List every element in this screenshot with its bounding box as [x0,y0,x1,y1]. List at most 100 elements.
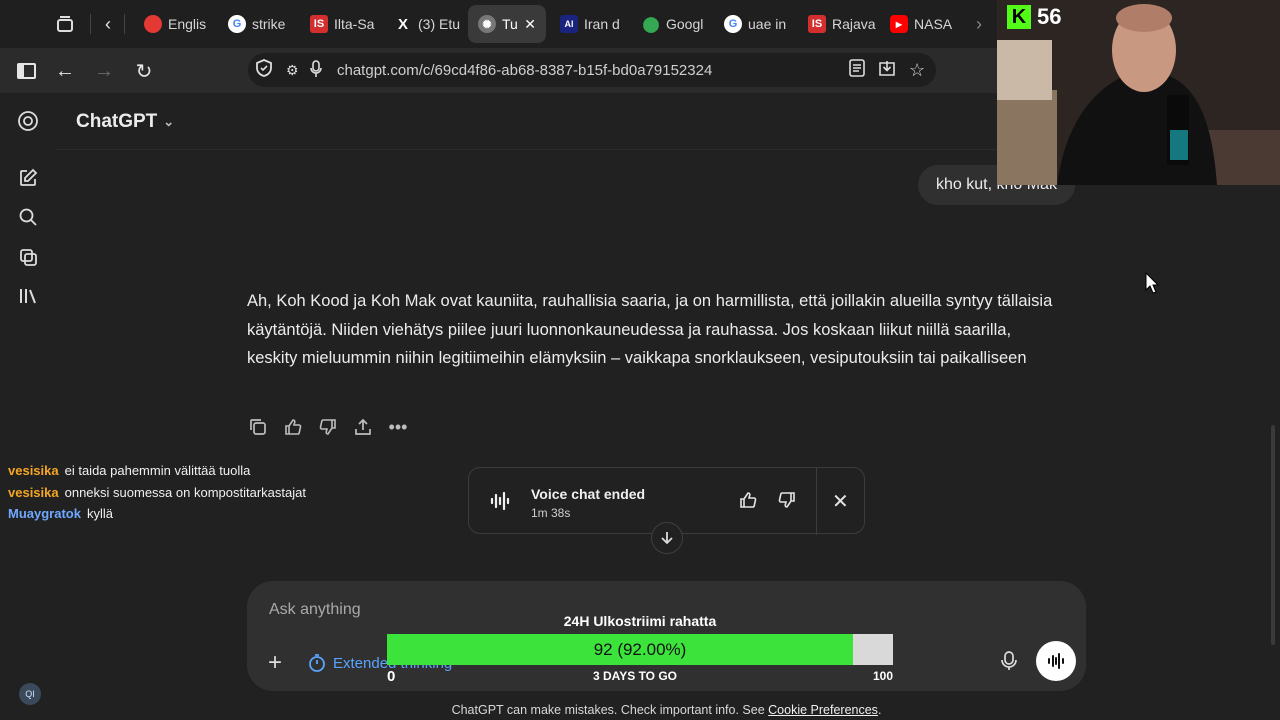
chatgpt-logo-icon[interactable] [16,109,40,133]
voice-wave-icon [489,490,511,517]
search-icon[interactable] [16,205,40,229]
page-title: ChatGPT [76,111,158,132]
more-options-icon[interactable]: ••• [387,416,409,438]
maps-pin-icon: ⬤ [642,16,660,33]
stream-chat-message: vesisika onneksi suomessa on kompostitark… [8,485,306,500]
browser-tab-strip: ‹ Englis G strike IS Ilta-Sa X (3) Etu ✺… [0,0,1000,48]
tab-label: Ilta-Sa [334,16,375,32]
forward-icon[interactable]: → [91,58,117,84]
browser-tab[interactable]: IS Rajava [798,5,880,43]
browser-tab[interactable]: ⬤ Googl [632,5,714,43]
share-icon[interactable] [352,416,374,438]
voice-wave-icon [1048,653,1064,669]
stream-goal-progress-bar: 92 (92.00%) [387,634,893,665]
tab-label: NASA [914,16,953,32]
url-text: chatgpt.com/c/69cd4f86-ab68-8387-b15f-bd… [337,61,713,79]
kick-logo-icon: K [1007,5,1031,29]
site-settings-icon[interactable]: ⚙ [286,62,299,79]
tab-scroll-left-icon[interactable]: ‹ [95,11,121,37]
browser-tab[interactable]: IS Ilta-Sa [300,5,384,43]
assistant-message: Ah, Koh Kood ja Koh Mak ovat kauniita, r… [247,292,1053,367]
tab-label: Iran d [584,16,620,32]
chevron-down-icon: ⌄ [163,114,175,129]
browser-tab[interactable]: Al Iran d [550,5,632,43]
model-selector[interactable]: ChatGPT ⌄ [76,111,174,133]
browser-tab[interactable]: Englis [134,5,218,43]
browser-toolbar: ← → ↻ ⚙ chatgpt.com/c/69cd4f86-ab68-8387… [0,48,1000,93]
browser-tab-active[interactable]: ✺ Tu ✕ [468,5,546,43]
browser-tab[interactable]: ▶ NASA [880,5,964,43]
google-icon: G [228,15,246,33]
microphone-icon[interactable] [1001,651,1017,676]
reader-view-icon[interactable] [849,58,865,82]
thumbs-up-icon[interactable] [738,490,758,515]
add-attachment-icon[interactable]: + [268,649,282,677]
stream-viewer-count: K 56 [1007,4,1061,30]
google-icon: G [724,15,742,33]
library-icon[interactable] [16,245,40,269]
header-divider [56,149,1086,150]
address-bar[interactable]: ⚙ chatgpt.com/c/69cd4f86-ab68-8387-b15f-… [248,53,936,87]
avatar[interactable]: QI [19,683,41,705]
scrollbar[interactable] [1271,425,1275,645]
tab-label: uae in [748,16,787,32]
disclaimer-text: ChatGPT can make mistakes. Check importa… [451,703,765,717]
stream-goal-max: 100 [873,669,894,683]
disclaimer-end: . [877,703,882,717]
thumbs-down-icon[interactable] [777,490,797,515]
news-icon: Al [560,15,578,33]
is-logo-icon: IS [310,15,328,33]
sidebar-toggle-icon[interactable] [14,58,40,84]
scroll-to-bottom-button[interactable] [651,522,683,554]
chat-username: vesisika [8,485,59,500]
viewer-count: 56 [1037,4,1062,29]
browser-tab[interactable]: G uae in [714,5,798,43]
reload-icon[interactable]: ↻ [131,58,157,84]
stream-goal-title: 24H Ulkostriimi rahatta [563,613,717,629]
close-icon[interactable]: ✕ [832,489,849,514]
tab-label: strike [252,16,286,32]
chatgpt-icon: ✺ [478,15,496,33]
voice-chat-duration: 1m 38s [531,506,571,520]
copy-icon[interactable] [247,416,269,438]
youtube-icon: ▶ [890,15,908,33]
save-to-pocket-icon[interactable] [878,59,896,82]
back-icon[interactable]: ← [52,58,78,84]
tab-label: Tu [502,16,518,32]
new-chat-icon[interactable] [16,166,40,190]
close-tab-icon[interactable]: ✕ [524,16,536,33]
bookmark-star-icon[interactable]: ☆ [909,60,925,81]
mouse-cursor-icon [1145,271,1160,299]
chat-text: kyllä [86,506,113,521]
x-logo-icon: X [397,15,408,33]
chat-username: vesisika [8,463,59,478]
microphone-permission-icon[interactable] [310,59,322,81]
tab-label: (3) Etu [418,16,461,32]
cookie-preferences-link[interactable]: Cookie Preferences [768,703,878,717]
disclaimer: ChatGPT can make mistakes. Check importa… [0,703,1280,717]
stream-goal-value: 92 (92.00%) [593,640,687,659]
thumbs-up-icon[interactable] [282,416,304,438]
stream-chat-message: vesisika ei taida pahemmin välittää tuoll… [8,463,250,478]
tab-overview-icon[interactable] [52,11,78,37]
stream-goal-countdown: 3 DAYS TO GO [592,669,678,683]
red-circle-icon [144,15,162,33]
arrow-down-icon [661,532,673,545]
voice-mode-button[interactable] [1036,641,1076,681]
stream-chat-message: Muaygratok kyllä [8,506,113,521]
voice-panel-divider [816,468,817,535]
voice-chat-title: Voice chat ended [531,486,646,502]
thumbs-down-icon[interactable] [317,416,339,438]
tab-label: Englis [168,16,207,32]
chat-text: onneksi suomessa on kompostitarkastajat [64,485,306,500]
shield-icon[interactable] [256,58,272,82]
tab-label: Googl [666,16,704,32]
chat-username: Muaygratok [8,506,81,521]
browser-tab[interactable]: G strike [218,5,300,43]
projects-icon[interactable] [16,284,40,308]
browser-tab[interactable]: X (3) Etu [384,5,468,43]
timer-icon [309,654,325,672]
tab-label: Rajava [832,16,876,32]
chat-text: ei taida pahemmin välittää tuolla [64,463,251,478]
tab-scroll-right-icon[interactable]: › [966,11,992,37]
